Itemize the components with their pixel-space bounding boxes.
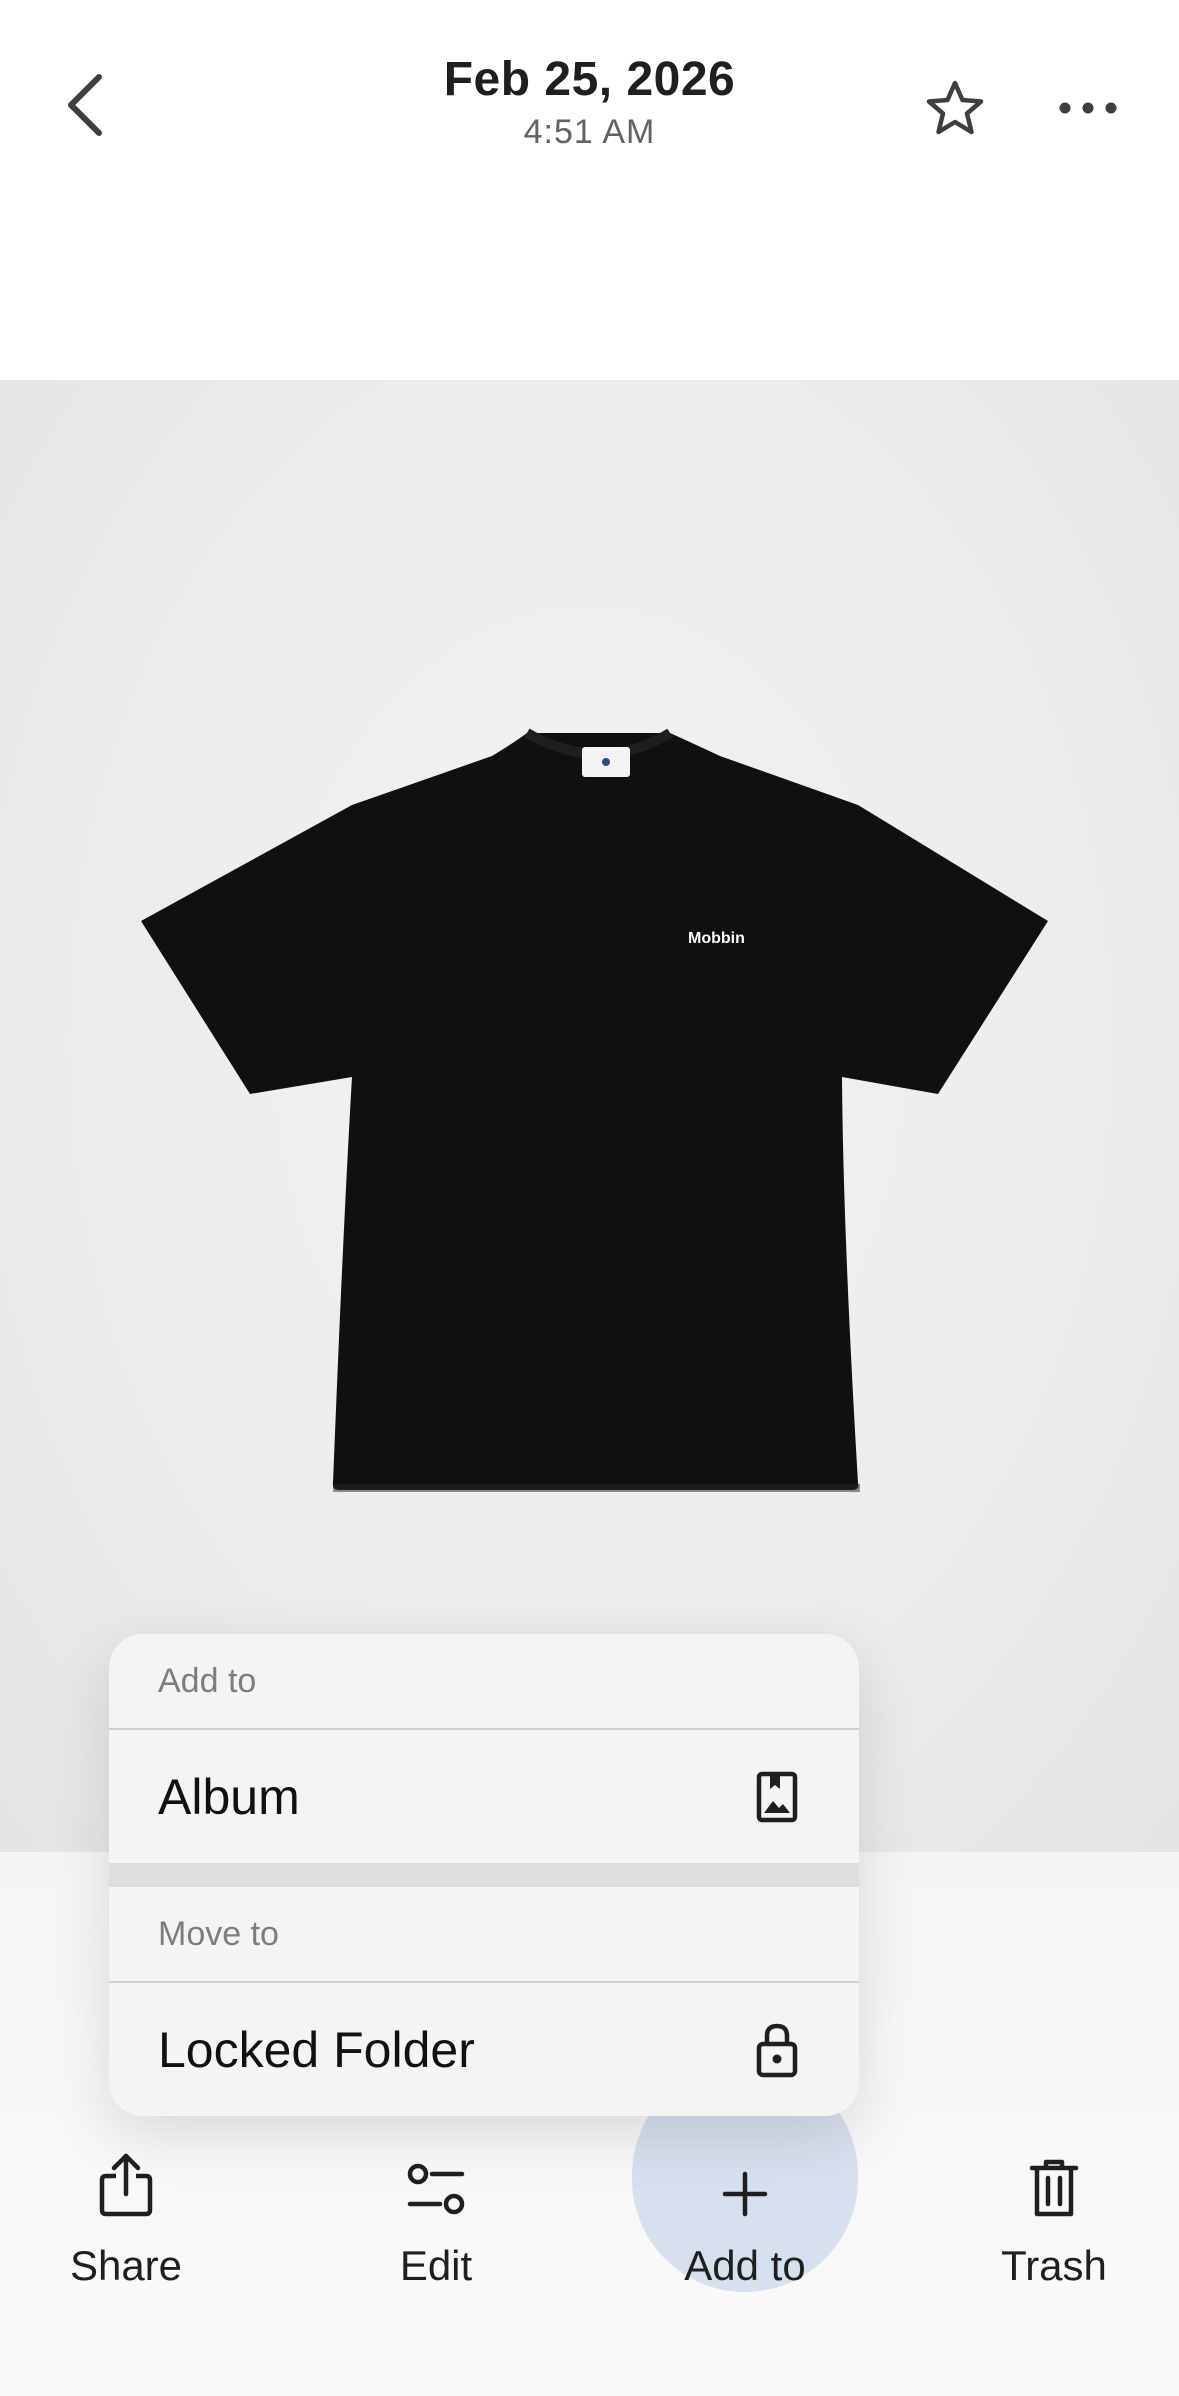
edit-label: Edit — [399, 2242, 473, 2289]
menu-item-album[interactable]: Album — [109, 1730, 859, 1863]
tshirt-body — [141, 733, 1048, 1490]
menu-divider — [109, 1863, 859, 1887]
star-outline-icon — [926, 80, 984, 135]
favorite-button[interactable] — [915, 68, 995, 148]
photo-date: Feb 25, 2026 — [443, 53, 736, 106]
photo-viewer[interactable]: Mobbin — [0, 380, 1179, 1852]
add-to-menu: Add to Album Move to Locked Folder — [109, 1634, 859, 2116]
menu-section-move-to: Move to — [109, 1887, 859, 1983]
share-label: Share — [69, 2242, 183, 2289]
trash-icon — [1029, 2159, 1079, 2217]
lock-icon — [753, 2020, 801, 2080]
photo-time: 4:51 AM — [523, 113, 656, 151]
plus-icon — [722, 2171, 768, 2217]
menu-section-add-to: Add to — [109, 1634, 859, 1730]
trash-label: Trash — [1001, 2242, 1107, 2289]
share-button[interactable]: Share — [16, 2100, 236, 2300]
bottom-action-bar: Share Edit Add to Trash — [0, 2100, 1179, 2320]
menu-item-locked-folder[interactable]: Locked Folder — [109, 1983, 859, 2116]
trash-button[interactable]: Trash — [944, 2100, 1164, 2300]
more-horizontal-icon — [1059, 102, 1117, 114]
menu-item-locked-label: Locked Folder — [158, 2021, 475, 2078]
photo-timestamp: Feb 25, 2026 4:51 AM — [0, 52, 1179, 152]
edit-button[interactable]: Edit — [326, 2100, 546, 2300]
edit-adjust-icon — [407, 2163, 465, 2215]
menu-item-album-label: Album — [158, 1768, 300, 1825]
add-to-label: Add to — [684, 2242, 806, 2289]
more-options-button[interactable] — [1048, 68, 1128, 148]
share-icon — [99, 2153, 153, 2217]
tshirt-chest-text: Mobbin — [688, 930, 745, 947]
album-icon — [753, 1767, 801, 1827]
tshirt-image — [141, 728, 1048, 1492]
add-to-button[interactable]: Add to — [635, 2100, 855, 2300]
top-app-bar: Feb 25, 2026 4:51 AM — [0, 0, 1179, 380]
